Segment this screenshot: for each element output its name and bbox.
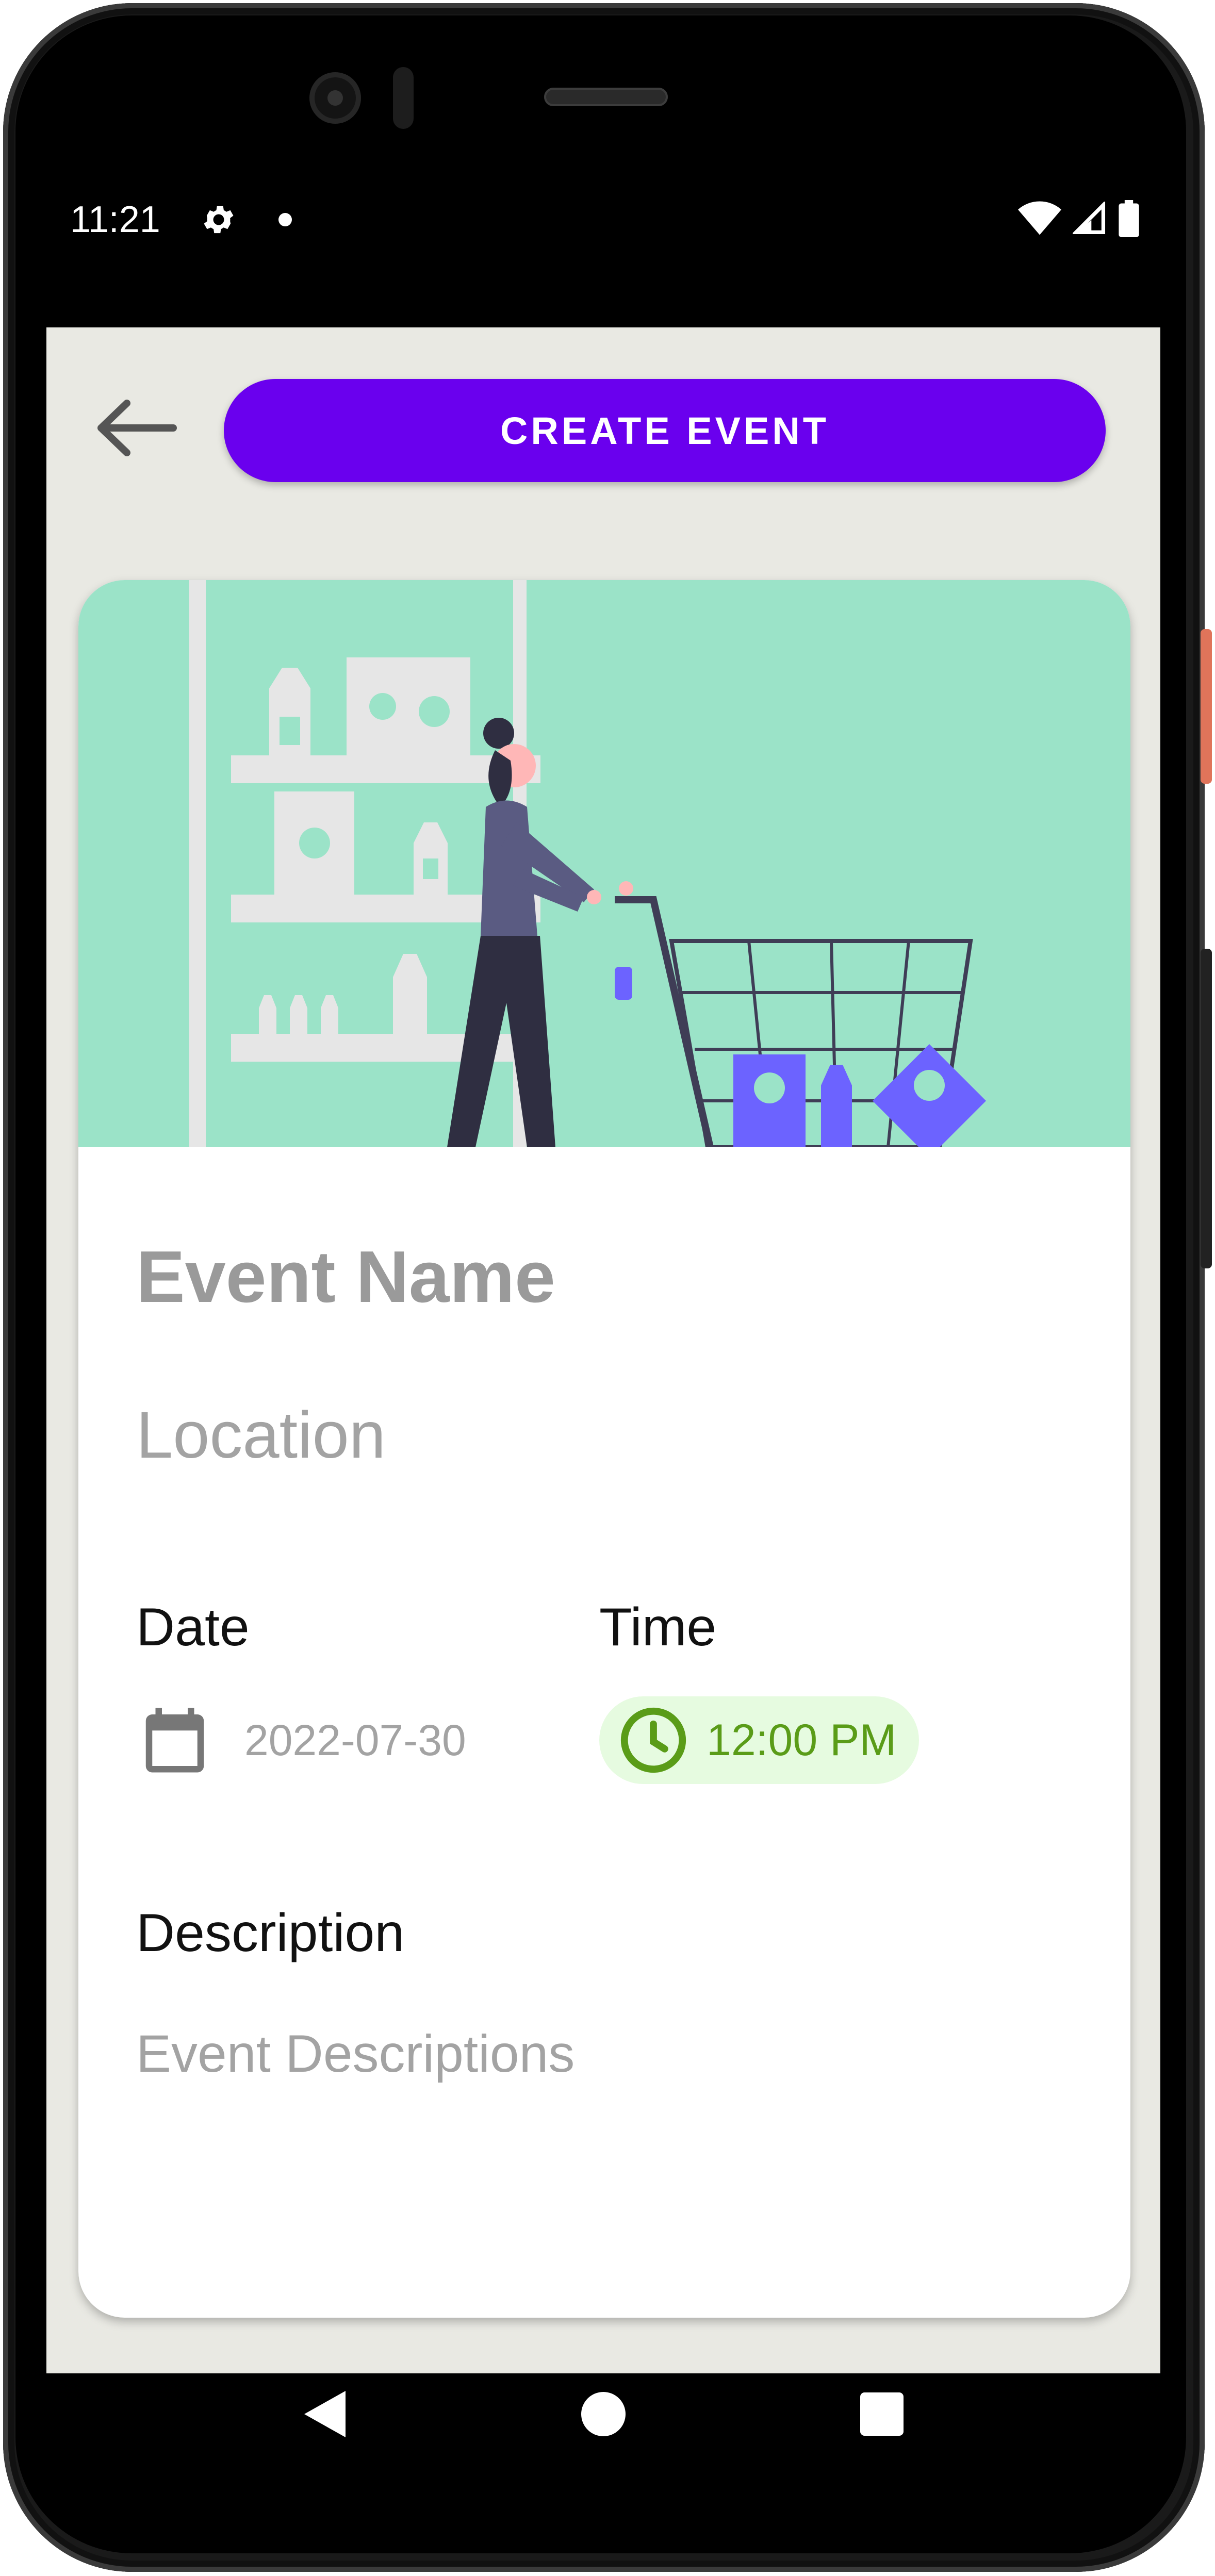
time-value: 12:00 PM [707,1715,897,1765]
nav-recents-icon [860,2392,904,2436]
location-field[interactable]: Location [136,1397,386,1473]
arrow-left-icon [97,400,177,456]
event-card: Event Name Location Date Time 2022-07-30… [78,580,1130,2318]
calendar-icon [145,1708,204,1773]
status-time: 11:21 [70,199,160,240]
nav-recents-button[interactable] [830,2373,933,2454]
description-field[interactable]: Event Descriptions [136,2024,574,2084]
volume-button [1201,949,1212,1268]
create-event-button[interactable]: CREATE EVENT [224,379,1106,482]
front-camera [309,72,361,124]
event-name-field[interactable]: Event Name [136,1235,555,1319]
app-content: CREATE EVENT Event Name Location Date Ti… [46,327,1160,2373]
wifi-icon [1018,201,1061,235]
clock-icon [620,1707,686,1773]
screen: 11:21 CREATE EVENT Event Name Location D… [46,150,1160,2454]
date-label: Date [136,1597,250,1657]
nav-back-button[interactable] [273,2373,376,2454]
shopping-cart-illustration [189,580,986,1147]
date-value: 2022-07-30 [244,1715,466,1764]
date-picker[interactable]: 2022-07-30 [136,1696,466,1784]
proximity-sensor [393,67,414,129]
cellular-signal-icon [1073,202,1106,235]
status-icons [1018,200,1140,237]
back-button[interactable] [91,394,178,461]
nav-home-icon [581,2391,626,2436]
status-bar: 11:21 [46,150,1160,327]
battery-icon [1119,200,1139,237]
hero-illustration [78,580,1130,1147]
nav-home-button[interactable] [552,2373,655,2454]
time-picker[interactable]: 12:00 PM [599,1696,919,1784]
earpiece-speaker [544,88,668,106]
nav-back-icon [304,2390,346,2437]
description-label: Description [136,1903,405,1963]
time-label: Time [599,1597,717,1657]
gear-icon [204,206,234,234]
system-nav-bar [46,2373,1160,2454]
power-button [1201,629,1212,784]
notification-dot-icon [278,213,292,226]
